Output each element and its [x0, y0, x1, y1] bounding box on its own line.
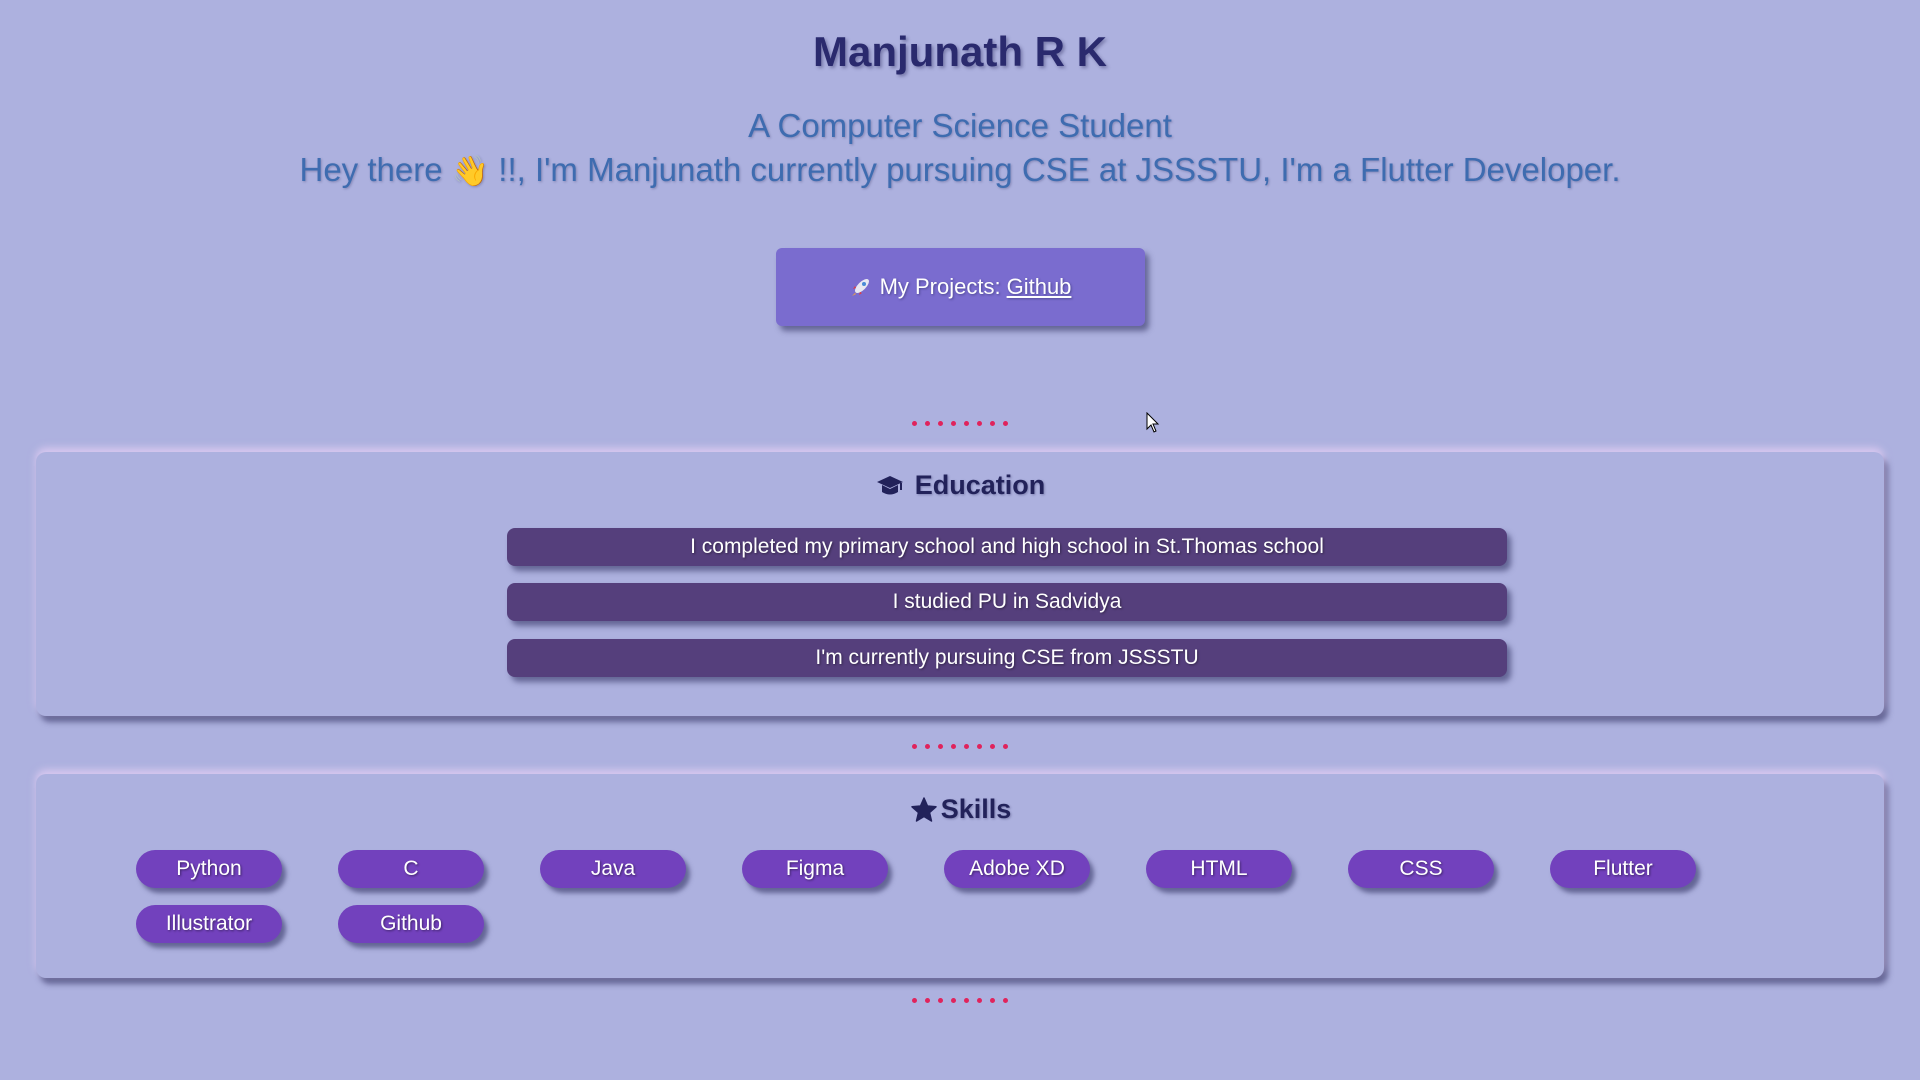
- education-card: Education I completed my primary school …: [36, 452, 1884, 716]
- page-title: Manjunath R K: [813, 28, 1107, 75]
- divider-dots: [912, 998, 1008, 1004]
- github-link[interactable]: Github: [1007, 274, 1072, 300]
- skills-title: Skills: [940, 794, 1012, 824]
- skill-pill-c[interactable]: C: [338, 850, 484, 888]
- education-item: I completed my primary school and high s…: [507, 528, 1507, 566]
- star-icon: [910, 796, 937, 822]
- skill-pill-python[interactable]: Python: [136, 850, 282, 888]
- skills-card: Skills Python C Java Figma Adobe XD HTML…: [36, 774, 1884, 978]
- divider-dots: [912, 421, 1008, 427]
- education-item: I studied PU in Sadvidya: [507, 583, 1507, 621]
- skills-heading: Skills: [36, 794, 1884, 825]
- intro-prefix: Hey there: [299, 151, 452, 188]
- intro-text: Hey there 👋 !!, I'm Manjunath currently …: [0, 150, 1920, 192]
- rocket-icon: [850, 276, 872, 298]
- skill-pill-adobe-xd[interactable]: Adobe XD: [944, 850, 1090, 888]
- skill-pill-java[interactable]: Java: [540, 850, 686, 888]
- tagline: A Computer Science Student: [748, 107, 1172, 144]
- waving-hand-icon: 👋: [451, 155, 490, 188]
- mouse-cursor-icon: [1146, 412, 1160, 433]
- education-title: Education: [914, 470, 1046, 500]
- hero-section: Manjunath R K A Computer Science Student…: [0, 0, 1920, 192]
- graduation-cap-icon: [876, 475, 903, 494]
- skill-pill-html[interactable]: HTML: [1146, 850, 1292, 888]
- skill-pill-css[interactable]: CSS: [1348, 850, 1494, 888]
- education-heading: Education: [36, 470, 1884, 501]
- my-projects-button[interactable]: My Projects: Github: [776, 248, 1145, 326]
- skill-pill-illustrator[interactable]: Illustrator: [136, 905, 282, 943]
- skill-pill-figma[interactable]: Figma: [742, 850, 888, 888]
- education-item: I'm currently pursuing CSE from JSSSTU: [507, 639, 1507, 677]
- projects-label: My Projects:: [879, 274, 1001, 299]
- skill-pill-github[interactable]: Github: [338, 905, 484, 943]
- portfolio-page: Manjunath R K A Computer Science Student…: [0, 0, 1920, 1080]
- intro-suffix: !!, I'm Manjunath currently pursuing CSE…: [498, 151, 1621, 188]
- divider-dots: [912, 744, 1008, 750]
- skill-pill-flutter[interactable]: Flutter: [1550, 850, 1696, 888]
